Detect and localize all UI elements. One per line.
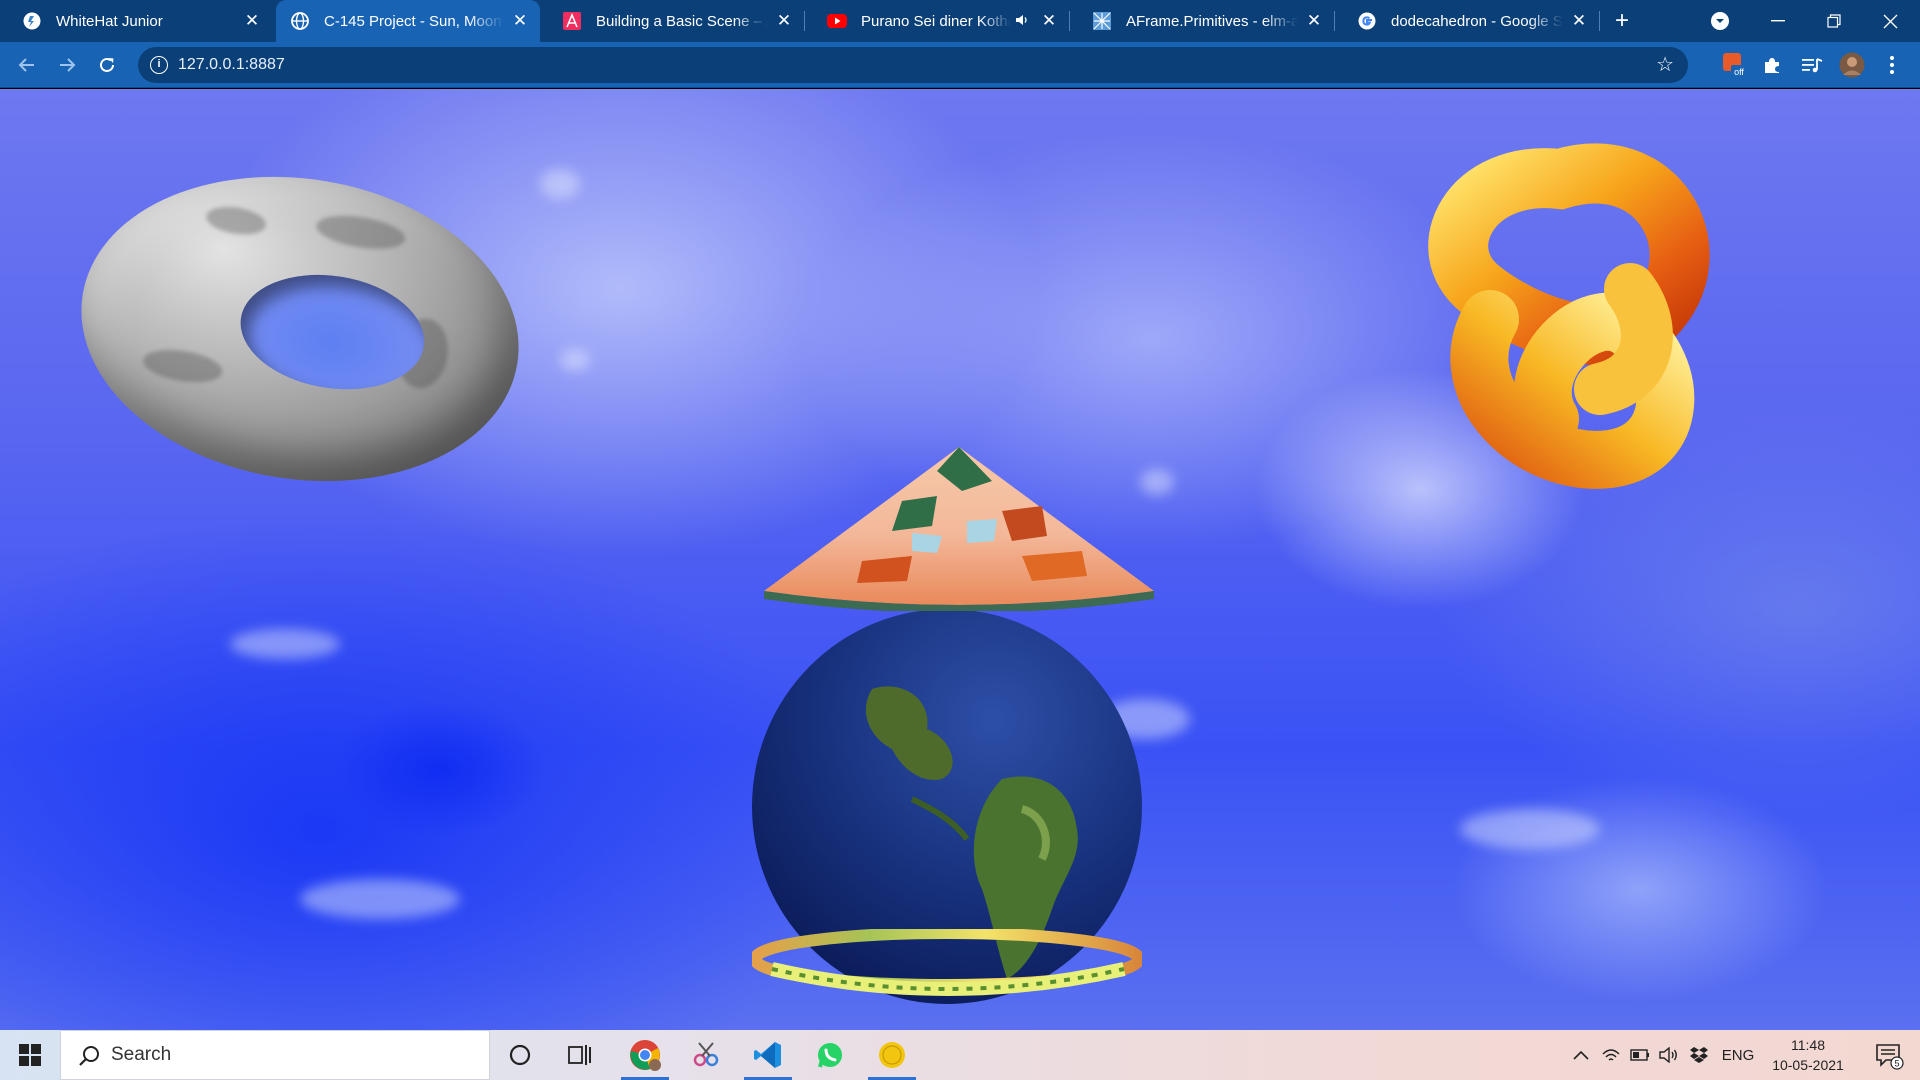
address-url: 127.0.0.1:8887	[178, 56, 285, 73]
task-view-icon[interactable]	[550, 1030, 610, 1080]
bookmark-star-icon[interactable]: ☆	[1656, 47, 1674, 83]
media-control-icon[interactable]	[1797, 50, 1827, 80]
youtube-icon	[827, 11, 847, 31]
dropbox-icon[interactable]	[1686, 1030, 1712, 1080]
svg-text:off: off	[1734, 67, 1744, 77]
close-tab-icon[interactable]: ✕	[774, 11, 794, 31]
patterned-cone[interactable]	[762, 441, 1156, 611]
tab-title: C-145 Project - Sun, Moon and Earth	[324, 12, 504, 30]
vscode-taskbar-icon[interactable]	[738, 1030, 798, 1080]
aframe-scene[interactable]: VR	[0, 89, 1920, 1030]
windows-start-icon[interactable]	[0, 1030, 60, 1080]
whitehat-icon	[22, 11, 42, 31]
sky-sparkle	[540, 169, 580, 199]
profile-avatar[interactable]	[1837, 50, 1867, 80]
tab-search-button[interactable]	[1692, 0, 1748, 42]
address-bar[interactable]: i 127.0.0.1:8887 ☆	[138, 47, 1688, 83]
speaker-icon[interactable]	[1015, 13, 1033, 30]
sun-torus-knot[interactable]	[1410, 139, 1710, 499]
sticky-app-taskbar-icon[interactable]	[862, 1030, 922, 1080]
minimize-icon[interactable]	[1750, 0, 1806, 42]
tab-building-basic-scene[interactable]: Building a Basic Scene – A-Frame ✕	[540, 0, 804, 42]
notification-count: 5	[1894, 1059, 1899, 1069]
chrome-taskbar-icon[interactable]	[615, 1030, 675, 1080]
windows-taskbar: Search ENG 11:48 10-05-2021 5	[0, 1030, 1920, 1080]
sky-sparkle	[1460, 809, 1600, 849]
tab-title: dodecahedron - Google Search	[1391, 12, 1563, 30]
sky-sparkle	[560, 349, 590, 371]
sky-sparkle	[300, 879, 460, 919]
extensions-puzzle-icon[interactable]	[1757, 50, 1787, 80]
language-indicator[interactable]: ENG	[1716, 1030, 1760, 1080]
tab-title: Building a Basic Scene – A-Frame	[596, 12, 768, 30]
clock-date: 10-05-2021	[1772, 1057, 1844, 1073]
wifi-icon[interactable]	[1598, 1030, 1624, 1080]
extension-off-icon[interactable]: off	[1720, 50, 1750, 80]
show-hidden-icons-chevron[interactable]	[1568, 1030, 1594, 1080]
system-clock[interactable]: 11:48 10-05-2021	[1760, 1035, 1856, 1075]
browser-toolbar: i 127.0.0.1:8887 ☆	[0, 42, 1920, 88]
tab-whitehat-junior[interactable]: WhiteHat Junior ✕	[0, 0, 272, 42]
tab-strip: WhiteHat Junior ✕ C-145 Project - Sun, M…	[0, 0, 1920, 42]
close-tab-icon[interactable]: ✕	[510, 11, 530, 31]
close-tab-icon[interactable]: ✕	[242, 11, 262, 31]
torus-crater	[140, 345, 225, 388]
notifications-icon[interactable]: 5	[1864, 1030, 1914, 1080]
close-tab-icon[interactable]: ✕	[1569, 11, 1589, 31]
site-info-icon[interactable]: i	[150, 56, 168, 74]
cortana-icon[interactable]	[490, 1030, 550, 1080]
battery-icon[interactable]	[1627, 1030, 1653, 1080]
browser-menu-icon[interactable]	[1877, 50, 1907, 80]
new-tab-button[interactable]: +	[1608, 7, 1636, 35]
whatsapp-taskbar-icon[interactable]	[800, 1030, 860, 1080]
tab-dodecahedron-google-search[interactable]: dodecahedron - Google Search ✕	[1335, 0, 1599, 42]
search-icon	[77, 1044, 101, 1068]
clock-time: 11:48	[1791, 1037, 1825, 1053]
moon-torus[interactable]	[59, 146, 541, 512]
forward-button[interactable]	[52, 50, 82, 80]
taskbar-search-box[interactable]: Search	[60, 1030, 490, 1080]
aframe-icon	[562, 11, 582, 31]
close-window-icon[interactable]	[1862, 0, 1918, 42]
torus-hole	[232, 262, 433, 402]
restore-icon[interactable]	[1806, 0, 1862, 42]
tab-aframe-primitives[interactable]: AFrame.Primitives - elm-aframe ✕	[1070, 0, 1334, 42]
google-icon	[1357, 11, 1377, 31]
globe-icon	[290, 11, 310, 31]
search-placeholder: Search	[111, 1044, 172, 1065]
close-tab-icon[interactable]: ✕	[1304, 11, 1324, 31]
back-button[interactable]	[12, 50, 42, 80]
tab-title: AFrame.Primitives - elm-aframe	[1126, 12, 1298, 30]
tab-separator	[1599, 11, 1600, 31]
sky-sparkle	[230, 629, 340, 659]
torus-crater	[204, 203, 268, 239]
reload-button[interactable]	[92, 50, 122, 80]
elm-icon	[1092, 11, 1112, 31]
volume-icon[interactable]	[1656, 1030, 1682, 1080]
tab-title: Purano Sei diner Kotha	[861, 12, 1011, 30]
tab-purano-sei-diner-kotha[interactable]: Purano Sei diner Kotha ✕	[805, 0, 1069, 42]
tab-c145-project[interactable]: C-145 Project - Sun, Moon and Earth ✕	[276, 0, 540, 42]
tab-title: WhiteHat Junior	[56, 12, 163, 30]
snipping-tool-icon[interactable]	[676, 1030, 736, 1080]
close-tab-icon[interactable]: ✕	[1039, 11, 1059, 31]
flower-ring[interactable]	[752, 929, 1142, 999]
torus-crater	[314, 210, 408, 255]
